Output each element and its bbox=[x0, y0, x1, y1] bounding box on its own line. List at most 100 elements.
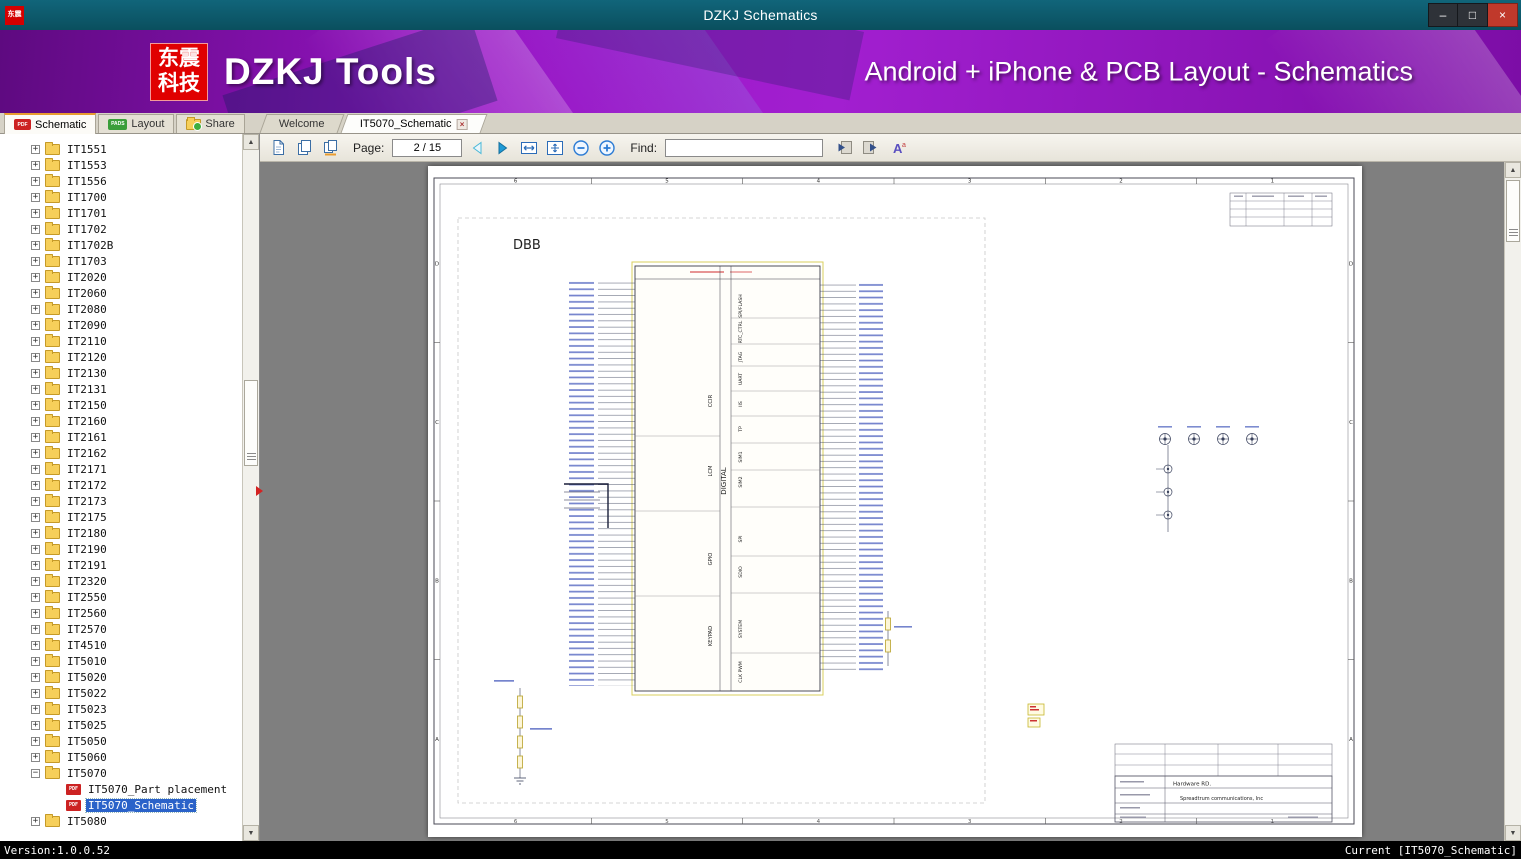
tree-expander-icon[interactable]: + bbox=[31, 304, 40, 314]
tree-item-folder[interactable]: + IT2190 bbox=[0, 541, 242, 557]
tree-expander-icon[interactable]: + bbox=[31, 496, 40, 506]
tree-item-folder[interactable]: + IT1551 bbox=[0, 141, 242, 157]
tree-expander-icon[interactable]: + bbox=[31, 416, 40, 426]
scroll-down-button[interactable]: ▼ bbox=[243, 825, 259, 841]
tree-expander-icon[interactable]: + bbox=[31, 544, 40, 554]
tree-expander-icon[interactable]: + bbox=[31, 400, 40, 410]
tree-item-folder[interactable]: + IT5060 bbox=[0, 749, 242, 765]
scroll-up-button[interactable]: ▲ bbox=[243, 134, 259, 150]
schematic-page[interactable]: 6 6 5 5 4 4 3 3 2 2 1 1 D D C C B B A A DBB DIGITAL CCIR LCM GPI… bbox=[428, 166, 1362, 837]
find-previous-icon[interactable] bbox=[833, 137, 855, 159]
tree-item-folder[interactable]: + IT2080 bbox=[0, 301, 242, 317]
tree-expander-icon[interactable]: + bbox=[31, 368, 40, 378]
next-page-button[interactable] bbox=[492, 137, 514, 159]
tree-expander-icon[interactable]: + bbox=[31, 272, 40, 282]
tree-expander-icon[interactable]: + bbox=[31, 752, 40, 762]
tab-layout[interactable]: PADS Layout bbox=[98, 114, 175, 133]
close-button[interactable]: × bbox=[1488, 3, 1518, 27]
tree-expander-icon[interactable]: + bbox=[31, 256, 40, 266]
document-viewport[interactable]: 6 6 5 5 4 4 3 3 2 2 1 1 D D C C B B A A DBB DIGITAL CCIR LCM GPI… bbox=[260, 162, 1521, 841]
splitter-collapse-arrow-icon[interactable] bbox=[256, 486, 263, 496]
tree-expander-icon[interactable]: + bbox=[31, 720, 40, 730]
font-size-button[interactable]: Aa bbox=[889, 137, 911, 159]
tree-item-folder[interactable]: + IT1702 bbox=[0, 221, 242, 237]
tree-expander-icon[interactable]: + bbox=[31, 688, 40, 698]
tree-item-folder[interactable]: + IT2161 bbox=[0, 429, 242, 445]
page-number-input[interactable] bbox=[392, 138, 463, 157]
tree-item-folder[interactable]: + IT2550 bbox=[0, 589, 242, 605]
tree-item-folder[interactable]: + IT2150 bbox=[0, 397, 242, 413]
zoom-in-button[interactable] bbox=[596, 137, 618, 159]
tree-item-folder[interactable]: + IT2131 bbox=[0, 381, 242, 397]
scroll-down-button[interactable]: ▼ bbox=[1505, 825, 1521, 841]
tree-item-folder[interactable]: + IT5010 bbox=[0, 653, 242, 669]
tree-item-folder[interactable]: + IT1702B bbox=[0, 237, 242, 253]
scrollbar-thumb[interactable] bbox=[1506, 180, 1520, 242]
doc-tab-it5070-schematic[interactable]: IT5070_Schematic × bbox=[340, 114, 488, 133]
scrollbar-thumb[interactable] bbox=[244, 380, 258, 466]
tree-item-folder[interactable]: + IT2160 bbox=[0, 413, 242, 429]
tree-item-folder[interactable]: + IT2162 bbox=[0, 445, 242, 461]
tree-expander-icon[interactable]: + bbox=[31, 576, 40, 586]
tree-expander-icon[interactable]: + bbox=[31, 432, 40, 442]
tree-expander-icon[interactable]: + bbox=[31, 640, 40, 650]
tree-expander-icon[interactable]: + bbox=[31, 480, 40, 490]
tree-expander-icon[interactable]: + bbox=[31, 192, 40, 202]
tree-item-folder[interactable]: + IT2320 bbox=[0, 573, 242, 589]
tree-expander-icon[interactable]: + bbox=[31, 144, 40, 154]
tree-item-folder[interactable]: + IT2560 bbox=[0, 605, 242, 621]
minimize-button[interactable]: – bbox=[1428, 3, 1458, 27]
maximize-button[interactable]: □ bbox=[1458, 3, 1488, 27]
tree-expander-icon[interactable]: + bbox=[31, 208, 40, 218]
tree-item-folder[interactable]: + IT5080 bbox=[0, 813, 242, 829]
find-input[interactable] bbox=[665, 138, 824, 157]
tree-expander-icon[interactable]: + bbox=[31, 656, 40, 666]
tree-expander-icon[interactable]: + bbox=[31, 736, 40, 746]
tree-expander-icon[interactable]: + bbox=[31, 528, 40, 538]
previous-page-button[interactable] bbox=[466, 137, 488, 159]
tree-expander-icon[interactable]: + bbox=[31, 672, 40, 682]
tree-item-folder[interactable]: + IT2090 bbox=[0, 317, 242, 333]
tree-expander-icon[interactable]: + bbox=[31, 624, 40, 634]
tree-expander-icon[interactable]: − bbox=[31, 768, 40, 778]
tree-item-folder[interactable]: + IT1553 bbox=[0, 157, 242, 173]
tree-expander-icon[interactable]: + bbox=[31, 592, 40, 602]
tree-item-folder[interactable]: + IT5022 bbox=[0, 685, 242, 701]
tree-item-folder[interactable]: + IT1700 bbox=[0, 189, 242, 205]
fit-page-button[interactable] bbox=[544, 137, 566, 159]
tree-item-folder[interactable]: + IT2120 bbox=[0, 349, 242, 365]
tree-item-folder[interactable]: + IT2110 bbox=[0, 333, 242, 349]
tree-expander-icon[interactable]: + bbox=[31, 608, 40, 618]
tree-expander-icon[interactable]: + bbox=[31, 336, 40, 346]
tree-expander-icon[interactable]: + bbox=[31, 160, 40, 170]
tree-item-folder[interactable]: + IT1701 bbox=[0, 205, 242, 221]
tab-share[interactable]: Share bbox=[176, 114, 245, 133]
tree-expander-icon[interactable]: + bbox=[31, 384, 40, 394]
tab-close-icon[interactable]: × bbox=[456, 118, 468, 130]
tree-item-folder[interactable]: + IT2175 bbox=[0, 509, 242, 525]
tree-item-folder[interactable]: + IT5050 bbox=[0, 733, 242, 749]
tree-expander-icon[interactable]: + bbox=[31, 448, 40, 458]
tree-item-pdf[interactable]: PDF IT5070_Schematic bbox=[0, 797, 242, 813]
find-next-icon[interactable] bbox=[859, 137, 881, 159]
fit-width-button[interactable] bbox=[518, 137, 540, 159]
tree-item-folder[interactable]: + IT2060 bbox=[0, 285, 242, 301]
tree-item-folder[interactable]: + IT2173 bbox=[0, 493, 242, 509]
tree-item-folder[interactable]: − IT5070 bbox=[0, 765, 242, 781]
tree-item-folder[interactable]: + IT5023 bbox=[0, 701, 242, 717]
tree-item-folder[interactable]: + IT2180 bbox=[0, 525, 242, 541]
tree-expander-icon[interactable]: + bbox=[31, 512, 40, 522]
page-single-icon[interactable] bbox=[267, 137, 289, 159]
tree-item-folder[interactable]: + IT2172 bbox=[0, 477, 242, 493]
doc-tab-welcome[interactable]: Welcome bbox=[259, 114, 344, 133]
tree-item-folder[interactable]: + IT1703 bbox=[0, 253, 242, 269]
tree-expander-icon[interactable]: + bbox=[31, 352, 40, 362]
tree-expander-icon[interactable]: + bbox=[31, 176, 40, 186]
tree-expander-icon[interactable]: + bbox=[31, 288, 40, 298]
tree-expander-icon[interactable]: + bbox=[31, 240, 40, 250]
tree-item-folder[interactable]: + IT5025 bbox=[0, 717, 242, 733]
tree-expander-icon[interactable]: + bbox=[31, 816, 40, 826]
tree-expander-icon[interactable]: + bbox=[31, 560, 40, 570]
tree-expander-icon[interactable]: + bbox=[31, 320, 40, 330]
page-copy-icon[interactable] bbox=[293, 137, 315, 159]
